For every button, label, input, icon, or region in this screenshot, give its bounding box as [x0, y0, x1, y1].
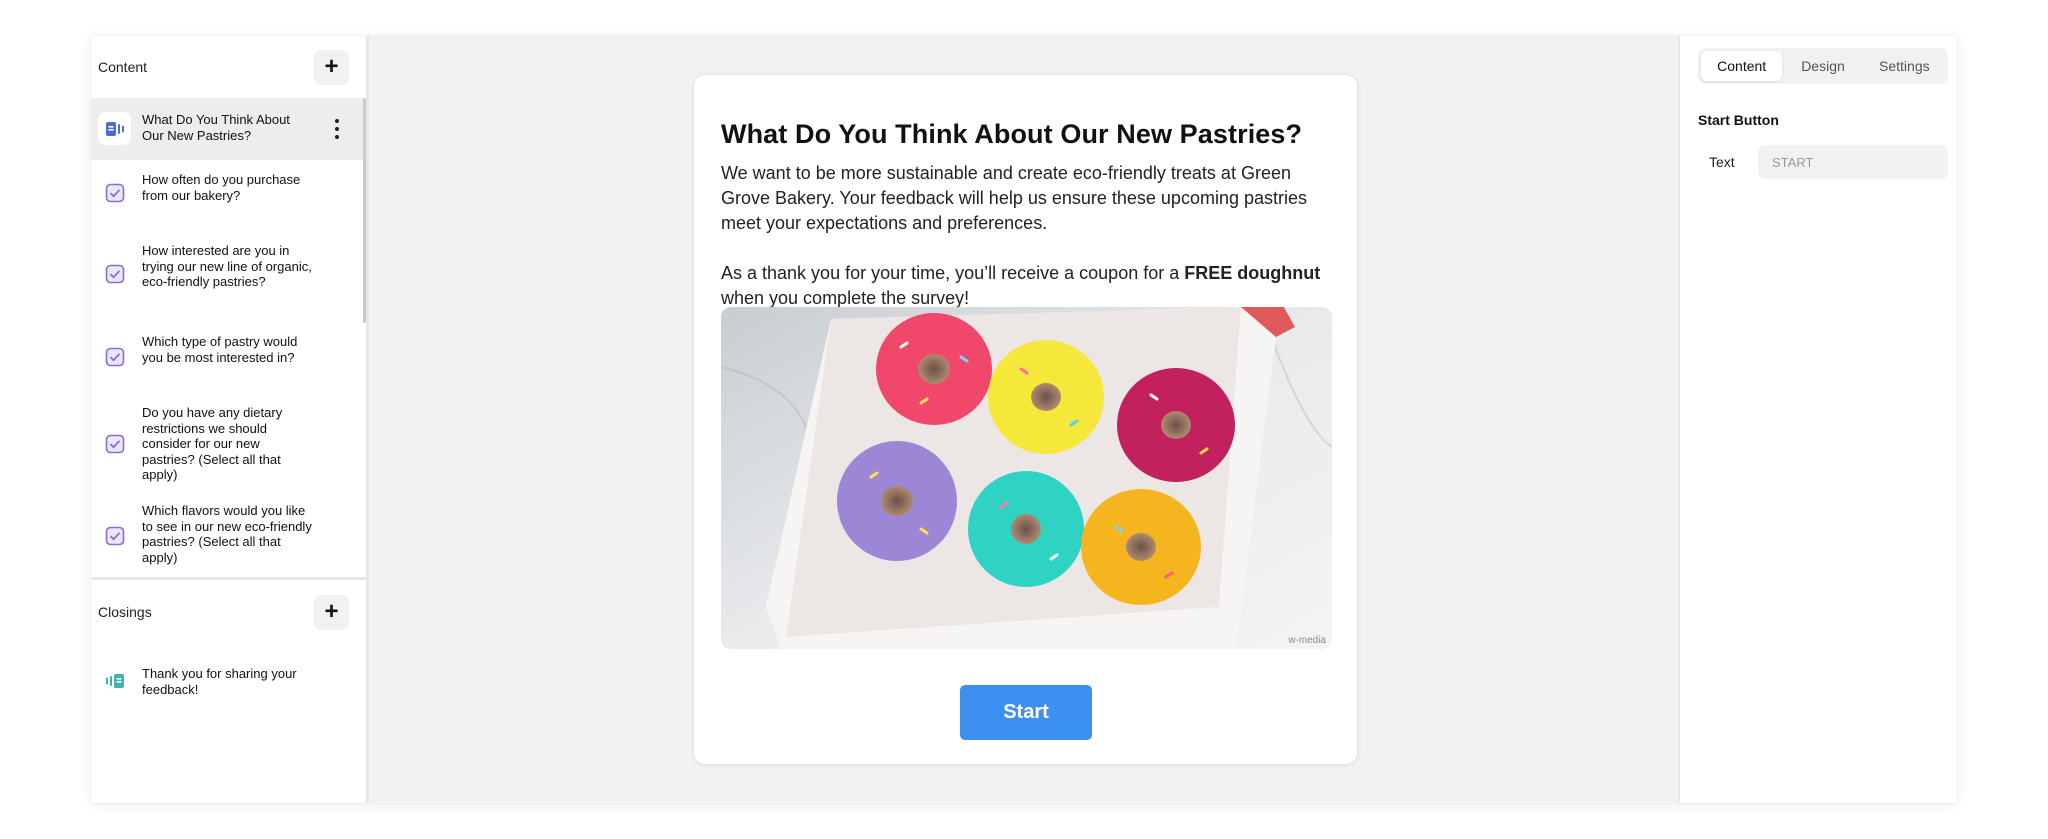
doughnut-turquoise	[968, 471, 1084, 587]
list-item-label: Do you have any dietary restrictions we …	[142, 405, 283, 482]
content-section-header: Content +	[91, 36, 366, 98]
list-item-question[interactable]: Which flavors would you like to see in o…	[91, 499, 366, 576]
more-options-icon[interactable]	[327, 112, 347, 145]
list-item-closing[interactable]: Thank you for sharing your feedback!	[91, 644, 366, 704]
properties-panel: Content Design Settings Start Button Tex…	[1679, 36, 1957, 803]
page-title: What Do You Think About Our New Pastries…	[721, 119, 1303, 149]
button-text-row: Text	[1698, 145, 1948, 179]
image-credit: w-media	[1288, 635, 1326, 646]
list-item-welcome[interactable]: What Do You Think About Our New Pastries…	[91, 98, 366, 160]
doughnut-purple	[837, 441, 957, 561]
add-content-button[interactable]: +	[314, 49, 349, 85]
button-text-input[interactable]	[1758, 145, 1948, 179]
list-item-label: Thank you for sharing your feedback!	[142, 666, 297, 697]
welcome-screen-icon	[98, 112, 131, 145]
closings-section: Closings + Thank you for sharing your fe…	[91, 577, 366, 704]
checkbox-question-icon	[98, 340, 131, 373]
doughnut-pink	[876, 313, 992, 425]
list-item-label: What Do You Think About Our New Pastries…	[142, 112, 290, 143]
list-item-question[interactable]: How interested are you in trying our new…	[91, 233, 366, 322]
survey-editor: Content + What Do You Think About Our Ne…	[91, 36, 1957, 803]
description: We want to be more sustainable and creat…	[721, 161, 1336, 311]
description-paragraph: We want to be more sustainable and creat…	[721, 163, 1307, 233]
start-button[interactable]: Start	[960, 685, 1092, 740]
doughnut-magenta	[1117, 368, 1235, 482]
list-item-question[interactable]: Which type of pastry would you be most i…	[91, 322, 366, 395]
list-item-question[interactable]: How often do you purchase from our baker…	[91, 160, 366, 233]
content-section-title: Content	[98, 59, 148, 75]
tab-content[interactable]: Content	[1701, 51, 1783, 81]
doughnut-orange	[1081, 489, 1201, 605]
closings-section-header: Closings +	[91, 580, 366, 644]
checkbox-question-icon	[98, 257, 131, 290]
closings-section-title: Closings	[98, 604, 152, 620]
closing-screen-icon	[98, 664, 131, 697]
content-list: What Do You Think About Our New Pastries…	[91, 98, 366, 576]
add-closing-button[interactable]: +	[314, 594, 349, 630]
start-button-section-title: Start Button	[1698, 112, 1779, 128]
list-item-label: Which type of pastry would you be most i…	[142, 334, 298, 365]
checkbox-question-icon	[98, 427, 131, 460]
welcome-screen-preview: What Do You Think About Our New Pastries…	[693, 74, 1358, 765]
text-field-label: Text	[1709, 154, 1735, 170]
scrollbar[interactable]	[363, 98, 366, 323]
doughnut-yellow	[988, 340, 1104, 454]
doughnuts-image: w-media	[721, 307, 1332, 649]
checkbox-question-icon	[98, 176, 131, 209]
checkbox-question-icon	[98, 519, 131, 552]
tab-settings[interactable]: Settings	[1864, 51, 1945, 81]
list-item-label: How interested are you in trying our new…	[142, 243, 312, 289]
list-item-question[interactable]: Do you have any dietary restrictions we …	[91, 395, 366, 499]
sidebar: Content + What Do You Think About Our Ne…	[91, 36, 369, 803]
panel-tabs: Content Design Settings	[1698, 48, 1948, 84]
list-item-label: Which flavors would you like to see in o…	[142, 503, 312, 565]
list-item-label: How often do you purchase from our baker…	[142, 172, 301, 203]
description-paragraph: As a thank you for your time, you’ll rec…	[721, 263, 1321, 308]
tab-design[interactable]: Design	[1782, 51, 1863, 81]
